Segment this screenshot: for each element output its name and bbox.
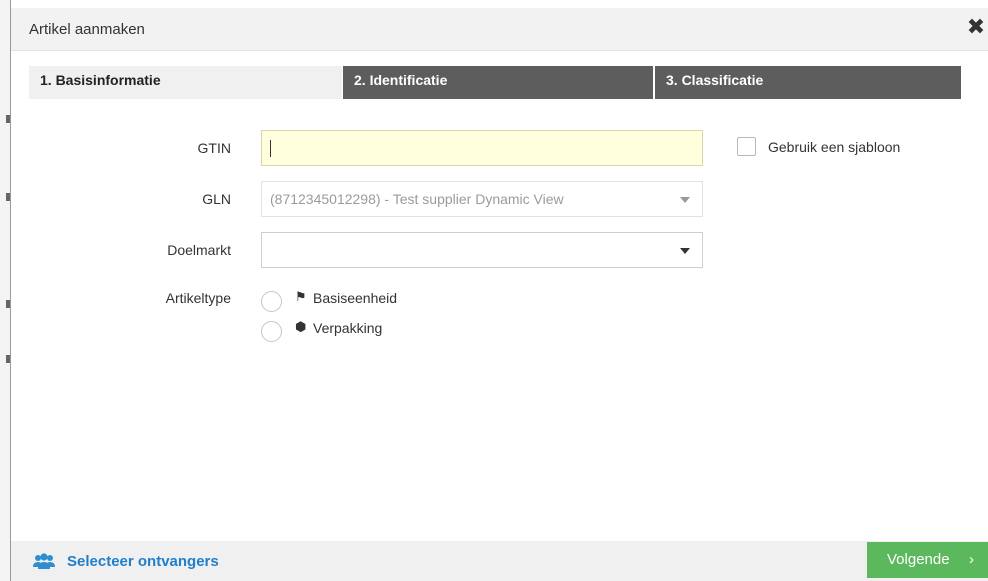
gtin-label: GTIN: [197, 140, 231, 156]
wizard-steps: 1. Basisinformatie 2. Identificatie 3. C…: [29, 66, 961, 100]
template-checkbox[interactable]: [737, 137, 756, 156]
verpakking-label[interactable]: Verpakking: [313, 320, 382, 336]
users-icon: [33, 553, 55, 569]
chevron-down-icon: [680, 248, 690, 254]
artikeltype-label: Artikeltype: [165, 290, 231, 306]
step-basisinformatie[interactable]: 1. Basisinformatie: [29, 66, 342, 99]
step-identificatie[interactable]: 2. Identificatie: [342, 66, 653, 99]
dialog-title: Artikel aanmaken: [29, 21, 145, 38]
flag-icon: ⚑: [295, 290, 307, 305]
chevron-down-icon: [680, 197, 690, 203]
chevron-right-icon: ›: [969, 551, 974, 568]
gln-value: (8712345012298) - Test supplier Dynamic …: [270, 191, 564, 207]
next-button-label: Volgende: [887, 551, 950, 568]
gln-select[interactable]: (8712345012298) - Test supplier Dynamic …: [261, 181, 703, 217]
create-article-dialog: Artikel aanmaken ✖ 1. Basisinformatie 2.…: [11, 8, 988, 581]
background-edge: [0, 0, 10, 581]
doelmarkt-select[interactable]: [261, 232, 703, 268]
basiseenheid-label[interactable]: Basiseenheid: [313, 290, 397, 306]
select-recipients-link[interactable]: Selecteer ontvangers: [67, 553, 219, 570]
radio-basiseenheid[interactable]: [261, 291, 282, 312]
text-caret: [270, 140, 271, 157]
gtin-input[interactable]: [261, 130, 703, 166]
radio-verpakking[interactable]: [261, 321, 282, 342]
dialog-footer: Selecteer ontvangers Volgende ›: [11, 541, 988, 581]
gln-label: GLN: [202, 191, 231, 207]
dialog-header: Artikel aanmaken ✖: [11, 8, 988, 51]
template-checkbox-label[interactable]: Gebruik een sjabloon: [768, 139, 900, 155]
doelmarkt-label: Doelmarkt: [167, 242, 231, 258]
cube-icon: ⬢: [295, 320, 307, 335]
close-icon[interactable]: ✖: [966, 17, 986, 39]
step-classificatie[interactable]: 3. Classificatie: [654, 66, 961, 99]
next-button[interactable]: Volgende ›: [867, 542, 988, 578]
